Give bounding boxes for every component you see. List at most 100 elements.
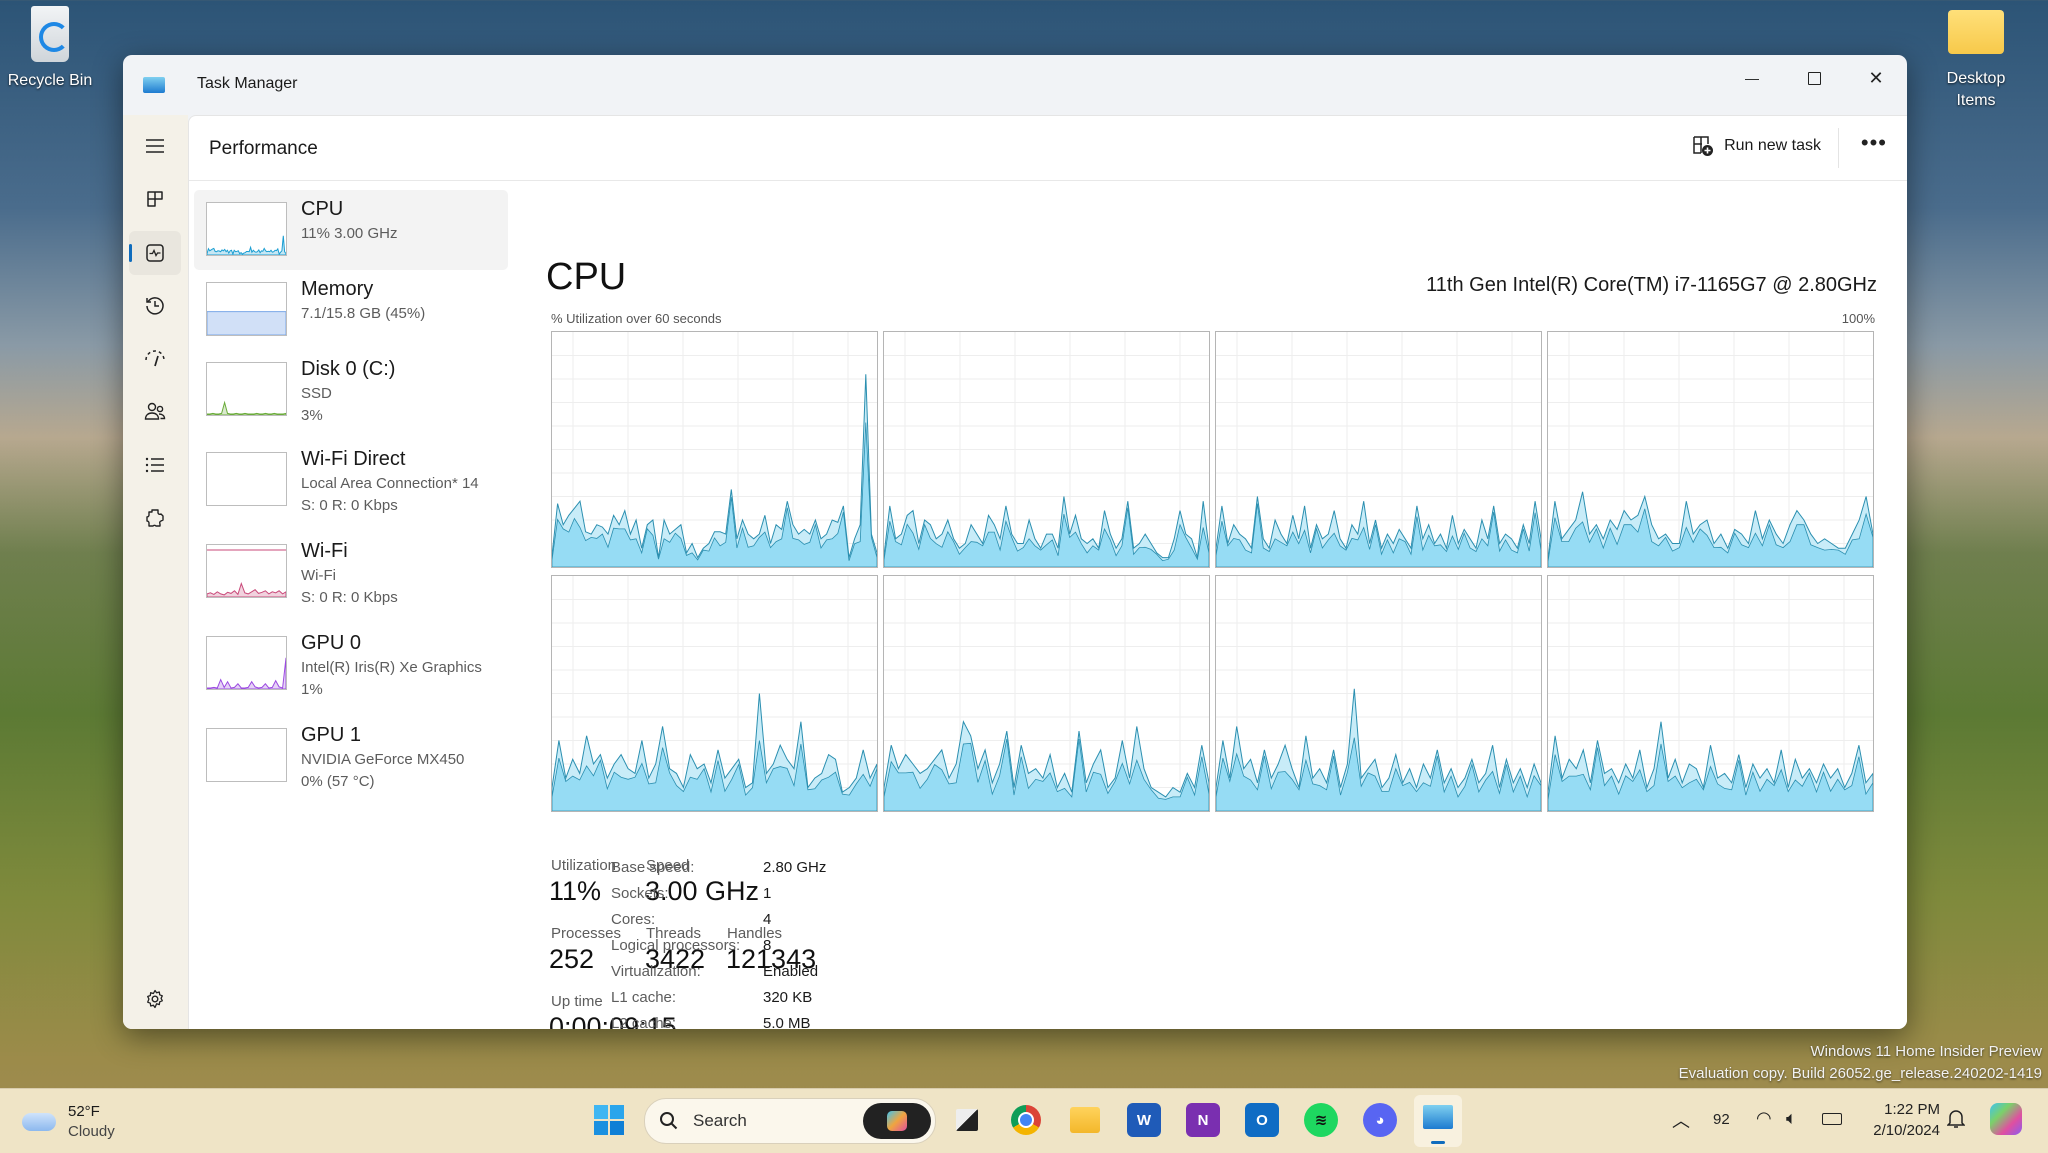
cpu-core-graph [551,331,878,568]
copilot-button[interactable] [863,1103,931,1139]
processes-icon [147,191,163,207]
resource-name: Wi-Fi [301,540,348,562]
more-icon: ••• [1860,130,1887,155]
close-button[interactable]: ✕ [1845,55,1907,101]
graph-caption: % Utilization over 60 seconds [551,311,722,326]
recycle-bin-icon [31,6,69,62]
clock[interactable]: 1:22 PM 2/10/2024 [1860,1099,1940,1141]
resource-thumbnail [206,544,287,598]
cpu-core-graph [883,575,1210,812]
resource-item[interactable]: Disk 0 (C:) SSD 3% [194,350,508,434]
watermark-line-1: Windows 11 Home Insider Preview [1810,1043,2042,1060]
performance-icon [146,244,164,262]
desktop-items-folder[interactable]: Desktop Items [1926,10,2026,112]
resource-item[interactable]: GPU 1 NVIDIA GeForce MX450 0% (57 °C) [194,716,508,800]
cpu-core-graph [1547,575,1874,812]
nav-details[interactable] [129,443,181,487]
resource-detail-2: 3% [301,407,323,424]
more-options-button[interactable]: ••• [1861,130,1887,156]
resource-thumbnail [206,452,287,506]
minimize-button[interactable]: — [1721,55,1783,101]
run-new-task-label: Run new task [1724,137,1821,154]
wifi-icon[interactable]: ◠ [1756,1108,1772,1129]
desktop-items-label: Desktop Items [1946,70,2006,109]
resource-name: Wi-Fi Direct [301,448,406,470]
show-hidden-icons-button[interactable]: ︿ [1672,1107,1690,1133]
notifications-button[interactable] [1946,1109,1966,1134]
resource-thumbnail [206,362,287,416]
task-manager-taskbar-button[interactable] [1414,1095,1462,1147]
start-button[interactable] [592,1103,626,1137]
resource-item[interactable]: CPU 11% 3.00 GHz [194,190,508,270]
spec-value: 2.80 GHz [763,859,827,876]
chrome-button[interactable] [1009,1103,1043,1137]
resource-item[interactable]: GPU 0 Intel(R) Iris(R) Xe Graphics 1% [194,624,508,708]
resource-detail-2: S: 0 R: 0 Kbps [301,497,398,514]
recycle-bin-desktop-icon[interactable]: Recycle Bin [0,6,100,90]
cpu-core-graph [1547,331,1874,568]
processes-value: 252 [549,944,595,974]
nav-services[interactable] [129,496,181,540]
outlook-button[interactable]: O [1245,1103,1279,1137]
watermark-line-2: Evaluation copy. Build 26052.ge_release.… [1678,1065,2042,1082]
file-explorer-button[interactable] [1068,1103,1102,1137]
resource-item[interactable]: Wi-Fi Wi-Fi S: 0 R: 0 Kbps [194,532,508,616]
volume-icon[interactable]: 🔈︎ [1786,1108,1797,1129]
graph-max-label: 100% [1841,311,1875,326]
word-button[interactable]: W [1127,1103,1161,1137]
settings-button[interactable] [129,977,181,1021]
chrome-icon [1011,1105,1041,1135]
run-new-task-button[interactable]: Run new task [1692,135,1821,157]
spec-value: 4 [763,911,772,928]
resource-name: Disk 0 (C:) [301,358,396,380]
onenote-button[interactable]: N [1186,1103,1220,1137]
search-icon [660,1112,678,1130]
resource-title: CPU [546,256,627,298]
resource-item[interactable]: Wi-Fi Direct Local Area Connection* 14 S: … [194,440,508,524]
battery-icon[interactable] [1822,1113,1842,1125]
discord-button[interactable]: ◕ [1363,1103,1397,1137]
spotify-button[interactable]: ≋ [1304,1103,1338,1137]
resource-item[interactable]: Memory 7.1/15.8 GB (45%) [194,270,508,354]
startup-icon [145,350,165,367]
uptime-label: Up time [551,993,603,1010]
onenote-icon: N [1197,1111,1209,1129]
task-view-button[interactable] [950,1103,984,1137]
title-bar[interactable]: Task Manager — ✕ [123,55,1907,115]
minimize-icon: — [1745,70,1759,86]
resource-detail: 7.1/15.8 GB (45%) [301,305,426,322]
resource-name: GPU 0 [301,632,362,654]
nav-users[interactable] [129,390,181,434]
close-icon: ✕ [1868,67,1884,88]
thumbnail-graph [207,311,286,335]
spec-label: Virtualization: [611,963,701,980]
task-manager-window: Task Manager — ✕ Performance Run new tas… [123,55,1907,1029]
cpu-core-graph [1215,575,1542,812]
resource-name: CPU [301,198,344,220]
nav-startup-apps[interactable] [129,337,181,381]
spec-value: 320 KB [763,989,813,1006]
services-icon [146,509,164,527]
taskbar-search[interactable]: Search [644,1098,936,1144]
nav-app-history[interactable] [129,284,181,328]
copilot-icon [887,1111,907,1131]
cpu-model: 11th Gen Intel(R) Core(TM) i7-1165G7 @ 2… [1426,274,1877,296]
spec-label: Base speed: [611,859,695,876]
users-icon [144,402,166,420]
weather-widget[interactable]: 52°F Cloudy [22,1101,142,1143]
tray-number[interactable]: 92 [1713,1111,1730,1128]
resource-detail-2: 1% [301,681,323,698]
cpu-core-graph [883,331,1210,568]
nav-performance[interactable] [129,231,181,275]
folder-icon [1070,1107,1100,1133]
hamburger-menu-button[interactable] [129,124,181,168]
maximize-button[interactable] [1783,55,1845,101]
windows-logo-icon [594,1105,624,1135]
maximize-icon [1807,71,1821,85]
search-placeholder: Search [693,1111,747,1130]
nav-processes[interactable] [129,177,181,221]
resource-detail: 11% 3.00 GHz [301,225,398,242]
spotify-icon: ≋ [1314,1112,1328,1129]
copilot-preview-button[interactable] [1990,1103,2022,1135]
word-icon: W [1136,1111,1152,1129]
